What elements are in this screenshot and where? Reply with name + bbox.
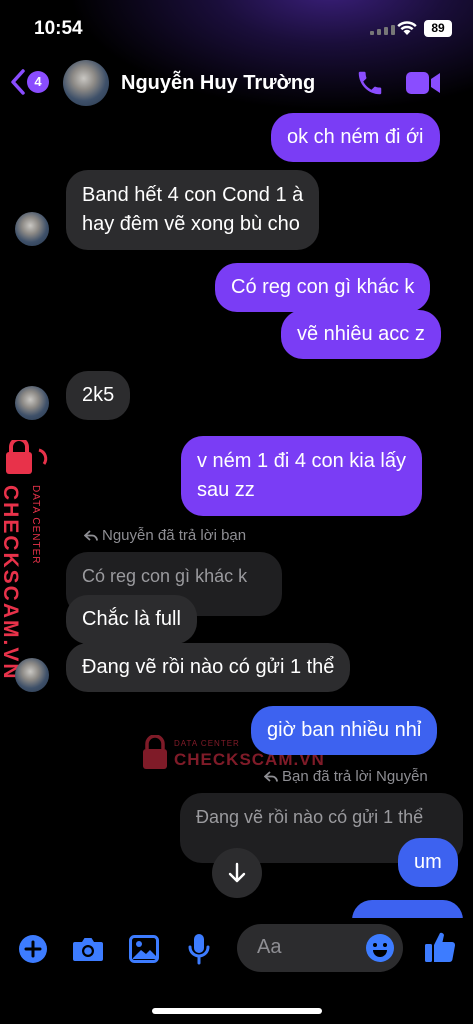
reply-note-text: Nguyễn đã trả lời bạn xyxy=(102,527,247,544)
like-icon[interactable] xyxy=(423,930,457,964)
message-text: sau zz xyxy=(197,479,255,501)
composer-toolbar: Aa xyxy=(0,918,473,1024)
message-text: 2k5 xyxy=(82,384,115,406)
message-outgoing[interactable]: um xyxy=(398,838,458,887)
message-incoming[interactable]: 2k5 xyxy=(66,371,131,420)
message-text: ok ch ném đi ới xyxy=(287,126,424,148)
message-text: v ném 1 đi 4 con kia lấy xyxy=(197,450,406,472)
add-icon[interactable] xyxy=(18,934,48,964)
arrow-down-icon xyxy=(228,862,246,883)
message-incoming[interactable]: Đang vẽ rồi nào có gửi 1 thể xyxy=(66,643,351,692)
reply-indicator: Bạn đã trả lời Nguyễn xyxy=(263,768,428,785)
message-outgoing[interactable]: v ném 1 đi 4 con kia lấy sau zz xyxy=(181,436,422,516)
watermark-sub: DATA CENTER xyxy=(30,485,41,565)
message-text: um xyxy=(414,851,442,873)
quoted-text: Có reg con gì khác k xyxy=(82,566,248,586)
sender-avatar[interactable] xyxy=(15,386,49,420)
message-outgoing[interactable]: vẽ nhiêu acc z xyxy=(281,310,441,359)
status-time: 10:54 xyxy=(34,18,83,39)
wifi-icon xyxy=(397,21,417,35)
message-text: Có reg con gì khác k xyxy=(231,276,415,298)
reply-arrow-icon xyxy=(83,530,98,541)
message-outgoing[interactable]: Có reg con gì khác k xyxy=(215,263,431,312)
message-text: Đang vẽ rồi nào có gửi 1 thể xyxy=(82,656,335,678)
cellular-signal-icon xyxy=(370,25,395,35)
message-text: Band hết 4 con Cond 1 à xyxy=(82,184,304,206)
home-indicator xyxy=(152,1008,322,1014)
message-text: Chắc là full xyxy=(82,608,181,630)
message-text: giờ ban nhiều nhỉ xyxy=(267,719,422,741)
watermark-sub: DATA CENTER xyxy=(174,739,240,748)
watermark-brand: CHECKSCAM.VN xyxy=(0,485,22,681)
contact-avatar[interactable] xyxy=(63,60,109,106)
chat-header: 4 Nguyễn Huy Trường xyxy=(0,56,473,112)
quoted-text: Đang vẽ rồi nào có gửi 1 thể xyxy=(196,807,424,827)
watermark-side: CHECKSCAM.VN DATA CENTER xyxy=(0,437,60,681)
contact-name[interactable]: Nguyễn Huy Trường xyxy=(121,72,315,95)
video-icon[interactable] xyxy=(405,70,441,96)
status-bar: 10:54 89 xyxy=(0,0,473,56)
sender-avatar[interactable] xyxy=(15,658,49,692)
message-input-placeholder: Aa xyxy=(257,936,282,958)
sender-avatar[interactable] xyxy=(15,212,49,246)
reply-arrow-icon xyxy=(263,771,278,782)
message-incoming[interactable]: Chắc là full xyxy=(66,595,197,644)
message-text: hay đêm vẽ xong bù cho xyxy=(82,213,300,235)
message-text: vẽ nhiêu acc z xyxy=(297,323,425,345)
message-input[interactable]: Aa xyxy=(237,924,403,972)
scroll-to-bottom-button[interactable] xyxy=(212,848,262,898)
emoji-icon[interactable] xyxy=(365,933,395,963)
message-outgoing[interactable]: ok ch ném đi ới xyxy=(271,113,440,162)
unread-count-badge[interactable]: 4 xyxy=(27,71,49,93)
message-outgoing[interactable]: giờ ban nhiều nhỉ xyxy=(251,706,438,755)
message-incoming[interactable]: Band hết 4 con Cond 1 à hay đêm vẽ xong … xyxy=(66,170,320,250)
gallery-icon[interactable] xyxy=(129,935,159,963)
microphone-icon[interactable] xyxy=(188,933,210,965)
battery-indicator: 89 xyxy=(424,20,452,37)
reply-note-text: Bạn đã trả lời Nguyễn xyxy=(282,768,428,785)
camera-icon[interactable] xyxy=(72,936,104,962)
reply-indicator: Nguyễn đã trả lời bạn xyxy=(83,527,247,544)
back-chevron-icon[interactable] xyxy=(10,68,26,96)
phone-icon[interactable] xyxy=(355,68,385,98)
